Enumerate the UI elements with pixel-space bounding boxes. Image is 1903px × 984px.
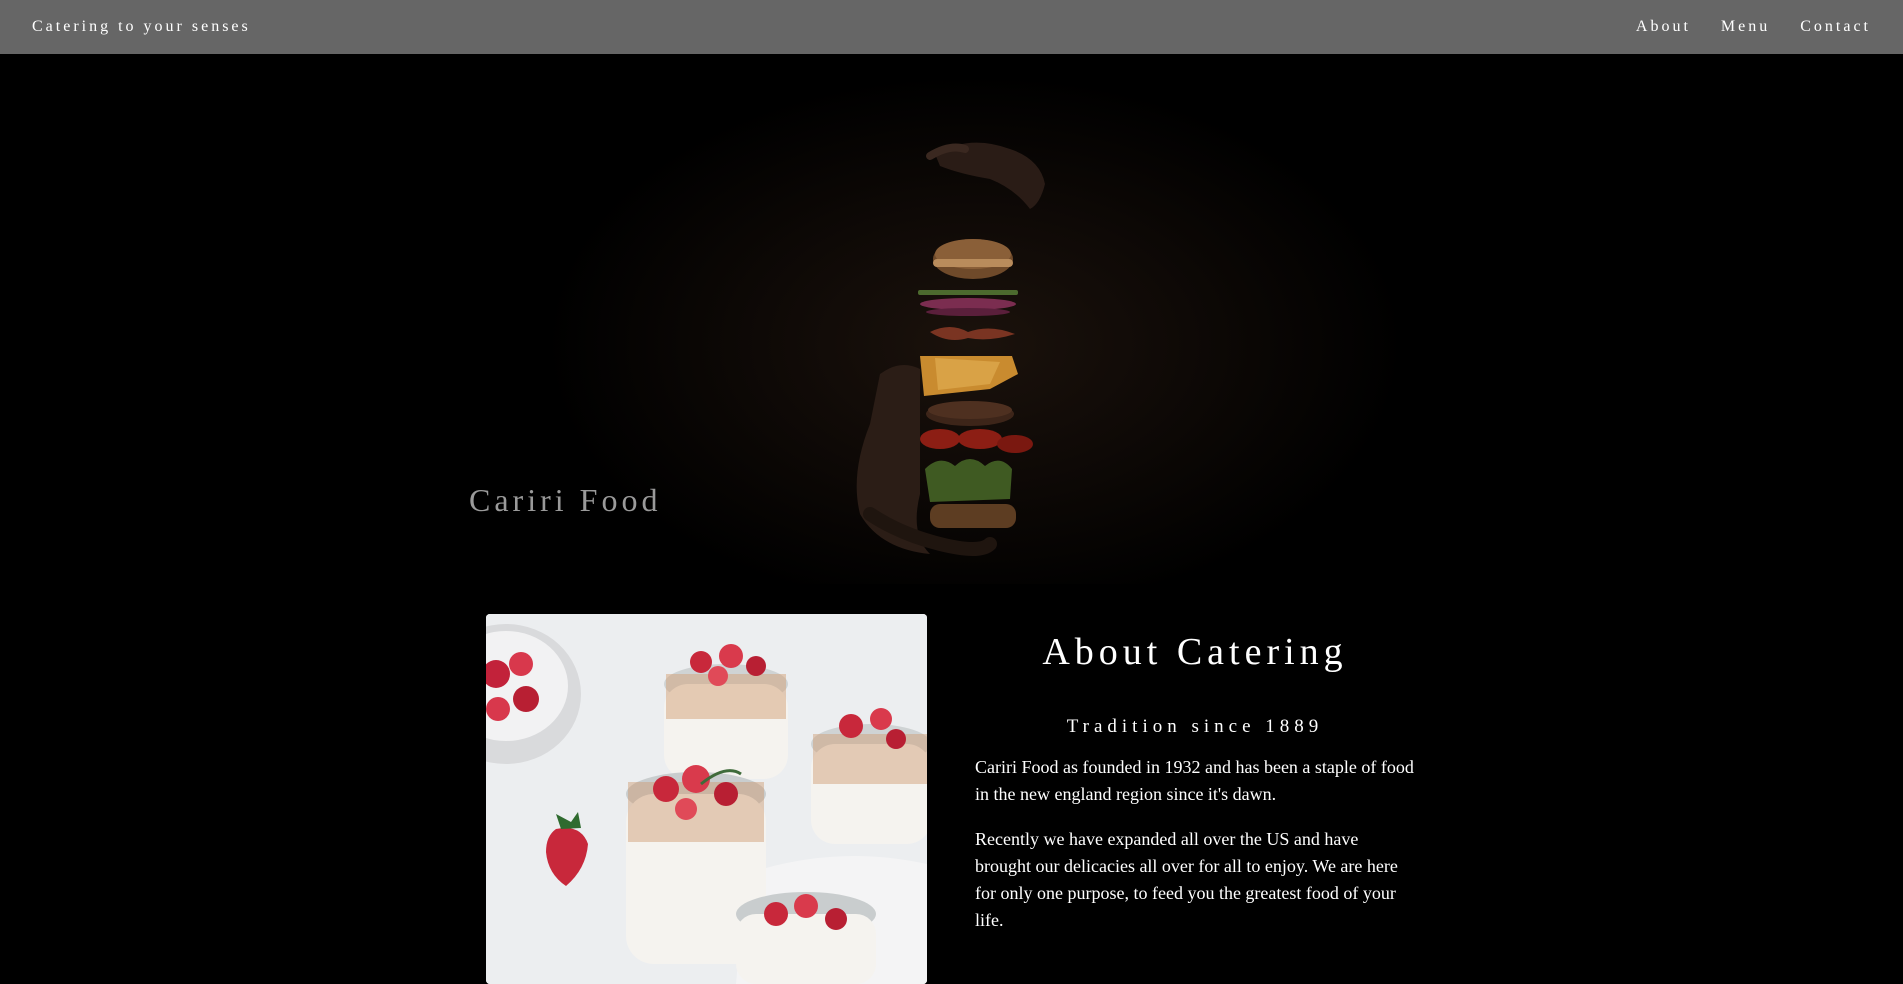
about-heading: About Catering (1042, 631, 1348, 673)
about-subheading: Tradition since 1889 (1066, 716, 1324, 737)
floating-burger-image (856, 142, 1045, 556)
about-paragraph-1: Cariri Food as founded in 1932 and has b… (975, 757, 1414, 804)
brand-tagline[interactable]: Catering to your senses (32, 18, 251, 36)
nav-link-menu[interactable]: Menu (1721, 18, 1770, 36)
nav-link-about[interactable]: About (1636, 18, 1691, 36)
hero-section: Cariri Food (0, 54, 1903, 584)
about-section: About Catering Tradition since 1889 Cari… (975, 614, 1415, 934)
nav-links: About Menu Contact (1606, 18, 1871, 36)
dessert-jars-illustration (486, 614, 927, 984)
about-paragraph-2: Recently we have expanded all over the U… (975, 829, 1398, 930)
hero-title: Cariri Food (469, 482, 662, 518)
strawberry-dessert-photo (486, 614, 927, 984)
top-navbar: Catering to your senses About Menu Conta… (0, 0, 1903, 54)
nav-link-contact[interactable]: Contact (1800, 18, 1871, 36)
